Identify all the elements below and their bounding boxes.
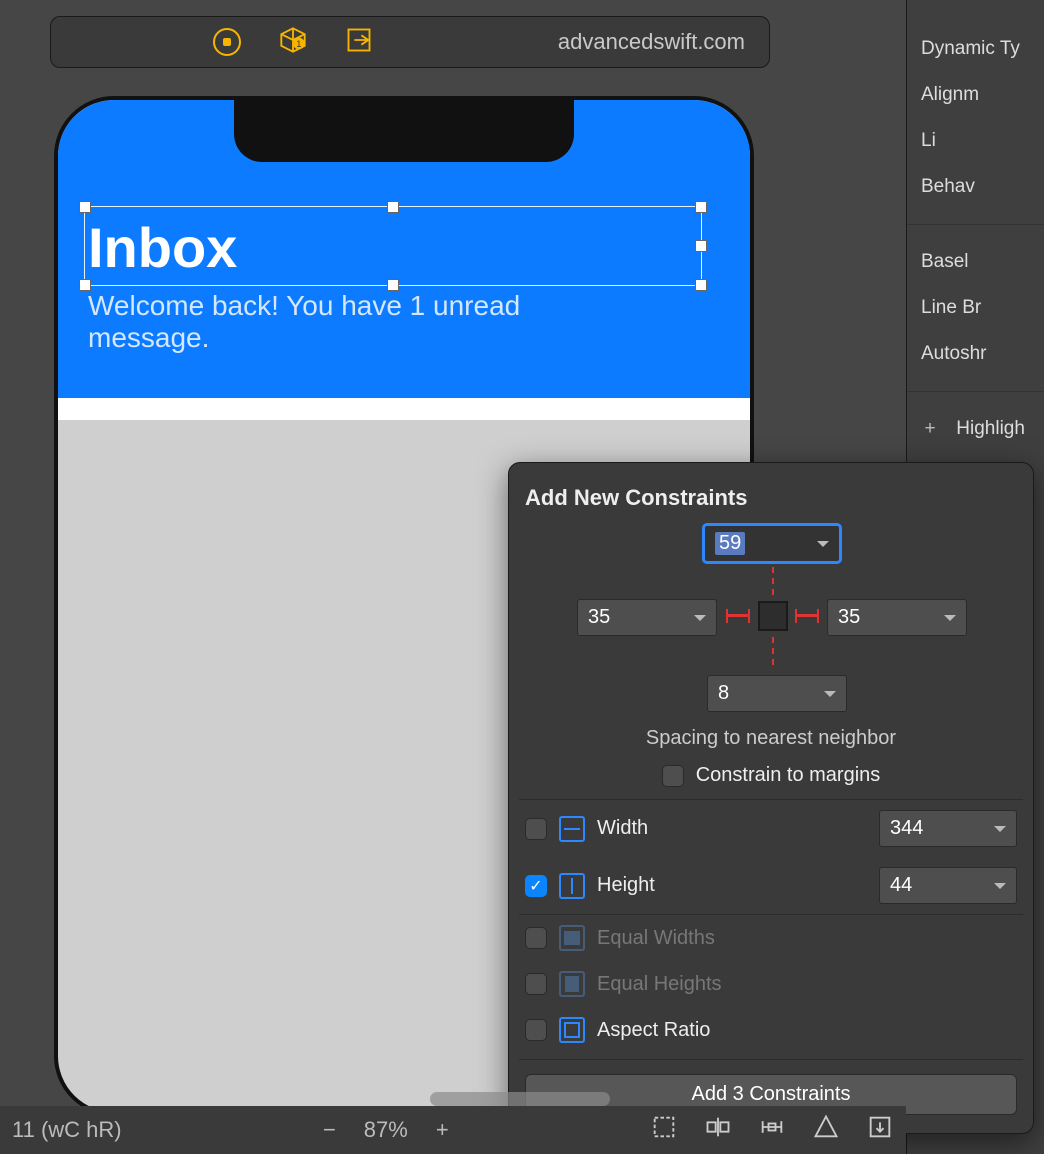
height-checkbox[interactable]: ✓ [525, 875, 547, 897]
spacing-diagram: 59 35 35 8 [519, 523, 1023, 723]
equal-widths-label: Equal Widths [597, 927, 715, 950]
trait-variation-label[interactable]: 11 (wC hR) [12, 1117, 122, 1143]
height-value-field[interactable]: 44 [879, 867, 1017, 904]
notch [234, 96, 574, 162]
equal-heights-checkbox[interactable] [525, 973, 547, 995]
spacing-bottom-field[interactable]: 8 [707, 675, 847, 712]
subtitle-label: Welcome back! You have 1 unread message. [88, 290, 528, 354]
embed-in-icon[interactable] [866, 1113, 894, 1147]
run-destination-label: advancedswift.com [558, 29, 745, 55]
resolve-issues-icon[interactable] [812, 1113, 840, 1147]
inspector-row-dynamic-type[interactable]: Dynamic Ty [907, 26, 1044, 72]
height-row: ✓ Height 44 [519, 857, 1023, 914]
equal-widths-checkbox[interactable] [525, 927, 547, 949]
height-label: Height [597, 874, 655, 897]
title-label[interactable]: Inbox [88, 220, 720, 276]
aspect-ratio-checkbox[interactable] [525, 1019, 547, 1041]
debug-view-hierarchy-icon[interactable]: 1 [279, 26, 307, 59]
align-icon[interactable] [704, 1113, 732, 1147]
inspector-row-linebreak[interactable]: Line Br [907, 285, 1044, 331]
inspector-divider [907, 391, 1044, 392]
popover-divider [519, 1059, 1023, 1060]
spacing-connector-left[interactable] [726, 614, 750, 617]
zoom-level[interactable]: 87% [364, 1117, 408, 1143]
inspector-row-behavior[interactable]: Behav [907, 164, 1044, 210]
equal-widths-icon [559, 925, 585, 951]
width-label: Width [597, 817, 648, 840]
width-value-field[interactable]: 344 [879, 810, 1017, 847]
svg-text:1: 1 [297, 39, 302, 49]
canvas-bottom-bar: 11 (wC hR) − 87% + [0, 1106, 906, 1154]
inspector-row-alignment[interactable]: Alignm [907, 72, 1044, 118]
zoom-in-button[interactable]: + [436, 1117, 449, 1143]
simulator-toolbar: 1 advancedswift.com [50, 16, 770, 68]
add-constraints-popover: Add New Constraints 59 35 35 8 Spacing t… [508, 462, 1034, 1134]
environment-overrides-icon[interactable] [345, 26, 373, 59]
spacing-connector-top[interactable] [772, 567, 774, 595]
update-frames-icon[interactable] [650, 1113, 678, 1147]
horizontal-scrollbar[interactable] [430, 1092, 610, 1106]
spacing-left-field[interactable]: 35 [577, 599, 717, 636]
equal-widths-row: Equal Widths [519, 914, 1023, 961]
spacing-center-box [758, 601, 788, 631]
width-row: Width 344 [519, 799, 1023, 857]
equal-heights-row: Equal Heights [519, 961, 1023, 1007]
aspect-ratio-label: Aspect Ratio [597, 1019, 710, 1042]
inspector-row-autoshrink[interactable]: Autoshr [907, 331, 1044, 377]
divider-bar [58, 398, 750, 420]
popover-title: Add New Constraints [519, 485, 1023, 511]
zoom-out-button[interactable]: − [323, 1117, 336, 1143]
inspector-row-baseline[interactable]: Basel [907, 239, 1044, 285]
inspector-divider [907, 224, 1044, 225]
spacing-top-field[interactable]: 59 [702, 523, 842, 564]
inspector-row-highlighted[interactable]: + Highligh [907, 406, 1044, 452]
plus-icon[interactable]: + [921, 418, 939, 440]
aspect-ratio-icon [559, 1017, 585, 1043]
equal-heights-label: Equal Heights [597, 973, 722, 996]
spacing-right-field[interactable]: 35 [827, 599, 967, 636]
constrain-margins-label: Constrain to margins [696, 764, 881, 787]
height-icon [559, 873, 585, 899]
spacing-connector-bottom[interactable] [772, 637, 774, 665]
equal-heights-icon [559, 971, 585, 997]
add-constraints-icon[interactable] [758, 1113, 786, 1147]
width-checkbox[interactable] [525, 818, 547, 840]
aspect-ratio-row: Aspect Ratio [519, 1007, 1023, 1053]
stop-icon[interactable] [213, 28, 241, 56]
spacing-connector-right[interactable] [795, 614, 819, 617]
width-icon [559, 816, 585, 842]
inspector-row-lines[interactable]: Li [907, 118, 1044, 164]
constrain-margins-checkbox[interactable] [662, 765, 684, 787]
spacing-caption: Spacing to nearest neighbor [519, 727, 1023, 750]
